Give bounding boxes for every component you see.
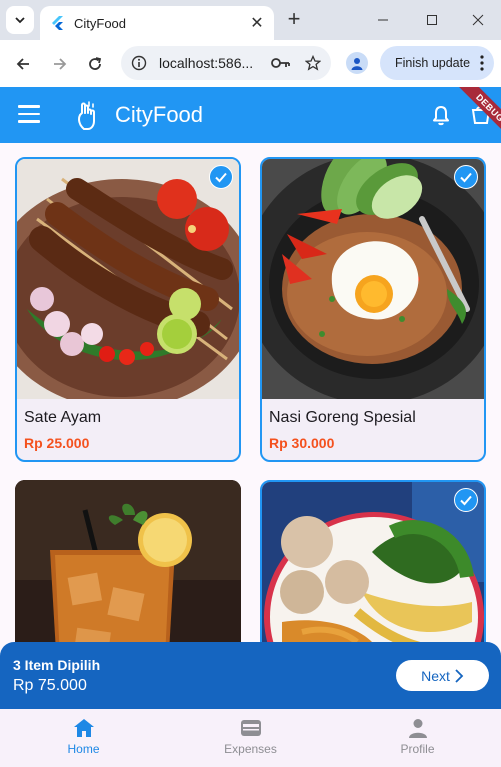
product-price: Rp 25.000 — [24, 435, 90, 451]
maximize-icon[interactable] — [422, 10, 442, 30]
star-icon[interactable] — [305, 55, 321, 71]
tab-search-button[interactable] — [6, 6, 34, 34]
next-label: Next — [421, 667, 450, 684]
selected-check-icon[interactable] — [209, 165, 233, 189]
tab-title: CityFood — [74, 15, 127, 31]
nav-profile-label: Profile — [400, 742, 435, 756]
address-bar[interactable]: localhost:586... — [121, 46, 331, 80]
product-card[interactable]: Nasi Goreng Spesial Rp 30.000 — [260, 157, 486, 462]
bottom-navigation: Home Expenses Profile — [0, 709, 501, 767]
person-icon — [408, 719, 427, 738]
next-button[interactable]: Next — [396, 660, 489, 691]
kebab-menu-icon[interactable] — [480, 55, 484, 71]
nav-expenses-label: Expenses — [224, 742, 277, 756]
finish-update-button[interactable]: Finish update — [380, 46, 494, 80]
product-image — [262, 159, 484, 399]
logo-icon — [78, 101, 95, 130]
nav-home-label: Home — [67, 742, 100, 756]
nav-expenses[interactable]: Expenses — [167, 709, 334, 767]
wallet-icon — [240, 720, 261, 736]
nav-profile[interactable]: Profile — [334, 709, 501, 767]
chevron-down-icon — [15, 17, 25, 24]
selected-check-icon[interactable] — [454, 165, 478, 189]
selection-bar: 3 Item Dipilih Rp 75.000 Next — [0, 642, 501, 709]
url-text: localhost:586... — [159, 55, 254, 71]
product-price: Rp 30.000 — [269, 435, 335, 451]
home-icon — [73, 719, 94, 737]
product-image — [17, 159, 239, 399]
reload-icon[interactable] — [83, 52, 107, 76]
forward-icon[interactable] — [48, 52, 72, 76]
product-name: Nasi Goreng Spesial — [269, 409, 416, 426]
app-bar: CityFood DEBUG — [0, 87, 501, 143]
new-tab-icon[interactable]: + — [282, 8, 306, 32]
close-window-icon[interactable] — [468, 10, 488, 30]
notification-icon[interactable] — [430, 104, 452, 126]
selected-count: 3 Item Dipilih — [13, 657, 101, 673]
selected-check-icon[interactable] — [454, 488, 478, 512]
product-name: Sate Ayam — [24, 409, 102, 426]
finish-update-label: Finish update — [395, 56, 471, 70]
browser-toolbar: localhost:586... Finish update — [0, 40, 501, 87]
chevron-right-icon — [455, 668, 464, 683]
menu-icon[interactable] — [18, 105, 40, 125]
site-info-icon[interactable] — [131, 55, 147, 71]
product-card[interactable]: Sate Ayam Rp 25.000 — [15, 157, 241, 462]
key-icon[interactable] — [271, 56, 291, 70]
product-grid: Sate Ayam Rp 25.000 Nasi Goreng Spesial … — [0, 143, 501, 709]
browser-tab-strip: CityFood ✕ + — [0, 0, 501, 40]
browser-profile-icon[interactable] — [346, 52, 368, 74]
back-icon[interactable] — [11, 52, 35, 76]
minimize-icon[interactable] — [373, 10, 393, 30]
selected-total: Rp 75.000 — [13, 677, 87, 694]
nav-home[interactable]: Home — [0, 709, 167, 767]
tab-close-icon[interactable]: ✕ — [248, 13, 266, 33]
browser-tab[interactable]: CityFood ✕ — [40, 6, 274, 40]
flutter-icon — [52, 16, 63, 30]
app-title: CityFood — [115, 102, 204, 127]
